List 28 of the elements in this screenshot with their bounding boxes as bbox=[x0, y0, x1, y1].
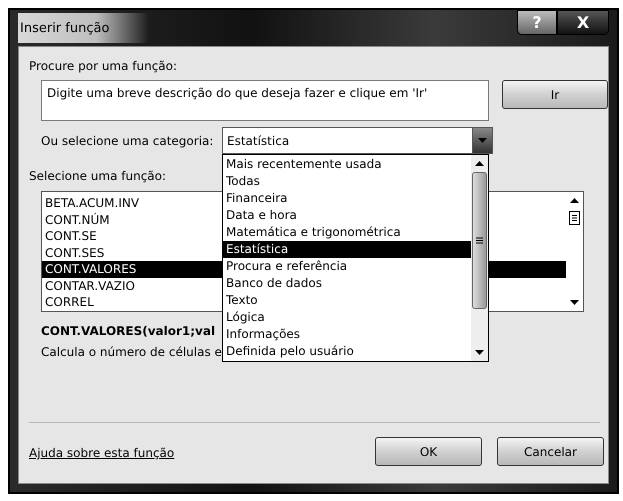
window-title: Inserir função bbox=[18, 13, 150, 43]
close-button[interactable]: X bbox=[557, 10, 609, 35]
ok-button[interactable]: OK bbox=[375, 437, 482, 466]
scroll-thumb[interactable] bbox=[472, 172, 487, 309]
search-label: Procure por uma função: bbox=[29, 58, 178, 75]
function-description: Calcula o número de células e bbox=[41, 344, 222, 361]
scroll-grip-icon[interactable] bbox=[566, 209, 583, 226]
cancel-button[interactable]: Cancelar bbox=[497, 437, 604, 466]
category-option[interactable]: Lógica bbox=[223, 309, 471, 326]
category-option[interactable]: Informações bbox=[223, 326, 471, 343]
category-option[interactable]: Financeira bbox=[223, 190, 471, 207]
category-option[interactable]: Estatística bbox=[223, 241, 471, 258]
category-option[interactable]: Texto bbox=[223, 292, 471, 309]
category-dropdown[interactable]: Estatística bbox=[222, 127, 493, 154]
category-label: Ou selecione uma categoria: bbox=[41, 132, 214, 150]
category-option[interactable]: Todas bbox=[223, 173, 471, 190]
category-option[interactable]: Data e hora bbox=[223, 207, 471, 224]
category-option[interactable]: Definida pelo usuário bbox=[223, 343, 471, 360]
function-list-label: Selecione uma função: bbox=[29, 168, 166, 185]
category-option[interactable]: Mais recentemente usada bbox=[223, 156, 471, 173]
category-option[interactable]: Procura e referência bbox=[223, 258, 471, 275]
category-option[interactable]: Banco de dados bbox=[223, 275, 471, 292]
go-button[interactable]: Ir bbox=[502, 80, 608, 109]
category-option[interactable]: Matemática e trigonométrica bbox=[223, 224, 471, 241]
help-link[interactable]: Ajuda sobre esta função bbox=[29, 444, 174, 462]
search-field[interactable]: Digite uma breve descrição do que deseja fazer e clique em 'Ir' bbox=[41, 80, 489, 121]
function-signature: CONT.VALORES(valor1;val bbox=[41, 323, 216, 340]
dropdown-arrow-icon bbox=[478, 138, 487, 143]
